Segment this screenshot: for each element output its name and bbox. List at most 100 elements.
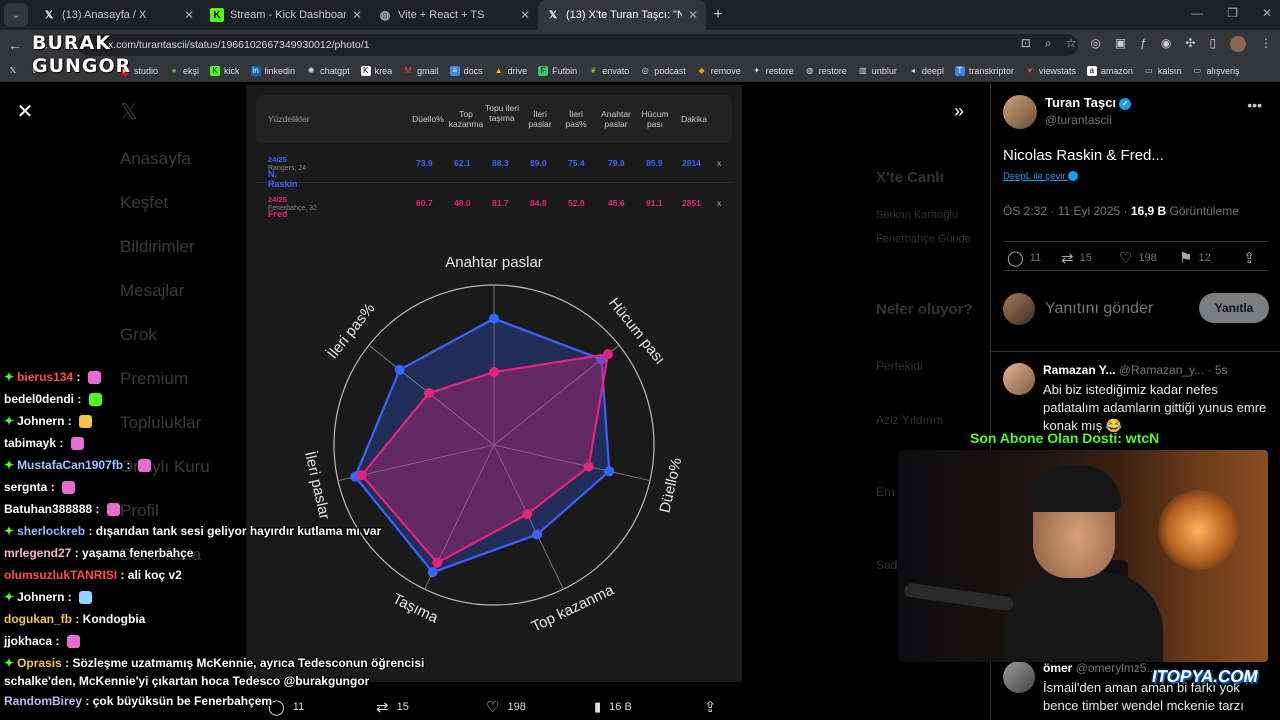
author-name: Turan Taşcı <box>1045 95 1117 110</box>
bookmark[interactable]: Mgmail <box>403 66 439 76</box>
close-tab-icon[interactable]: ✕ <box>352 8 362 22</box>
chat-username[interactable]: dogukan_fb <box>4 612 72 626</box>
reply-button[interactable]: ◯ 11 <box>1007 249 1041 267</box>
bookmark-label: viewstats <box>1038 65 1076 76</box>
reply-item[interactable]: Ramazan Y... @Ramazan_y... · 5s Abi biz … <box>1003 363 1269 433</box>
close-tab-icon[interactable]: ✕ <box>688 8 698 22</box>
chat-username[interactable]: bedel0dendi <box>4 392 74 406</box>
bookmark[interactable]: ❦ envato <box>588 66 629 76</box>
reply-submit-button[interactable]: Yanıtla <box>1199 293 1269 323</box>
chat-username[interactable]: MustafaCan1907fb <box>17 458 123 472</box>
bookmark[interactable]: ≡ docs <box>449 65 483 76</box>
share-button[interactable]: ⇪ <box>1243 249 1256 267</box>
retweet-button[interactable]: ⇄ 15 <box>1061 249 1092 267</box>
avatar[interactable] <box>1003 95 1037 129</box>
bookmark[interactable]: a amazon <box>1086 65 1133 76</box>
extension-icon[interactable]: ▣ <box>1115 36 1126 52</box>
reply-input[interactable]: Yanıtını gönder <box>1045 300 1153 318</box>
bookmark-button[interactable]: ⚑ 12 <box>1179 249 1211 267</box>
bookmark[interactable]: ▥ unblur <box>858 66 897 76</box>
chat-username[interactable]: Johnern <box>17 590 64 604</box>
share-icon: ⇪ <box>1243 250 1256 267</box>
tab-title: (13) Anasayfa / X <box>62 9 147 21</box>
bookmark[interactable]: Kkrea <box>360 65 393 76</box>
chat-username[interactable]: Batuhan388888 <box>4 502 92 516</box>
sidebar-icon[interactable]: ▯ <box>1209 36 1216 52</box>
profile-avatar[interactable] <box>1230 36 1246 52</box>
address-bar[interactable]: x.com/turantascii/status/196610266734993… <box>78 34 1078 56</box>
puzzle-icon[interactable]: ✣ <box>1185 36 1195 52</box>
chat-username[interactable]: bierus134 <box>17 370 73 384</box>
logo-line-1: BURAK <box>32 32 111 54</box>
close-tab-icon[interactable]: ✕ <box>184 8 194 22</box>
star-icon[interactable]: ☆ <box>1066 36 1077 52</box>
new-tab-icon[interactable]: + <box>706 6 730 24</box>
bookmark[interactable]: ● ekşi <box>169 66 199 76</box>
emote-icon <box>79 591 93 605</box>
chat-username[interactable]: jjokhaca <box>4 634 52 648</box>
translate-link[interactable]: DeepL ile çevir <box>1003 171 1079 182</box>
chat-text: schalke'den, McKennie'yi çıkartan hoca T… <box>4 674 370 688</box>
chat-username[interactable]: tabimayk <box>4 436 56 450</box>
emote-icon <box>70 437 84 451</box>
close-tab-icon[interactable]: ✕ <box>520 8 530 22</box>
like-button[interactable]: ♡ 198 <box>486 698 526 716</box>
maximize-icon[interactable]: ❐ <box>1227 6 1238 20</box>
bookmark[interactable]: ✺ chatgpt <box>306 66 350 76</box>
futbin-icon: F <box>538 65 549 76</box>
bookmark[interactable]: ✦ restore <box>752 66 793 76</box>
like-count: 198 <box>1138 252 1157 264</box>
avatar[interactable] <box>1003 661 1035 693</box>
chat-username[interactable]: RandomBirey <box>4 694 82 708</box>
chat-separator: : <box>64 414 76 428</box>
bookmark[interactable]: ♥ viewstats <box>1025 66 1076 76</box>
menu-icon[interactable]: ⋮ <box>1260 36 1272 52</box>
avatar[interactable] <box>1003 363 1035 395</box>
table-cell: 48.0 <box>454 198 471 208</box>
chat-username[interactable]: Oprasis <box>17 656 62 670</box>
bookmark[interactable]: Kkick <box>210 65 240 76</box>
tab-search-chevron-icon[interactable]: ⌄ <box>4 3 28 27</box>
bookmark[interactable]: ▲ drive <box>494 66 527 76</box>
back-icon[interactable]: ← <box>6 37 24 53</box>
bookmark-folder[interactable]: ▭ kalsın <box>1144 66 1181 76</box>
bookmark[interactable]: ◆ remove <box>697 66 741 76</box>
tweet-author[interactable]: Turan Taşcı ✓ @turantascii <box>1003 95 1132 129</box>
radar-axis-label: Düello% <box>656 456 685 514</box>
chat-username[interactable]: sergnta <box>4 480 47 494</box>
expand-sidebar-icon[interactable]: » <box>954 101 964 122</box>
tab-3[interactable]: ◍ Vite + React + TS ✕ <box>370 0 538 30</box>
bookmark-folder[interactable]: ▭ alışveriş <box>1192 66 1240 76</box>
bookmark-x[interactable]: 𝕏 <box>8 66 18 76</box>
chat-username[interactable]: Johnern <box>17 414 64 428</box>
minimize-icon[interactable]: — <box>1191 6 1203 20</box>
tab-4-active[interactable]: 𝕏 (13) X'te Turan Taşcı: "Nicolas R ✕ <box>538 0 706 30</box>
chat-username[interactable]: mrlegend27 <box>4 546 71 560</box>
close-window-icon[interactable]: ✕ <box>1262 6 1272 20</box>
bookmark[interactable]: ◎ podcast <box>640 66 686 76</box>
background-text: Sad <box>876 558 898 572</box>
extension-icon[interactable]: ◎ <box>1090 36 1100 52</box>
table-cell: 79.0 <box>608 158 625 168</box>
extension-icon[interactable]: ƒ <box>1140 36 1147 52</box>
tab-2[interactable]: K Stream - Kick Dashboard ✕ <box>202 0 370 30</box>
tab-1[interactable]: 𝕏 (13) Anasayfa / X ✕ <box>34 0 202 30</box>
chat-username[interactable]: sherlockreb <box>17 524 85 538</box>
more-options-icon[interactable]: ••• <box>1247 97 1262 113</box>
bookmark[interactable]: ◂ deepl <box>908 66 944 76</box>
share-button[interactable]: ⇪ <box>704 698 717 716</box>
chat-username[interactable]: olumsuzlukTANRISI <box>4 568 117 582</box>
bookmark[interactable]: in linkedin <box>250 65 295 76</box>
like-button[interactable]: ♡ 198 <box>1119 249 1157 267</box>
install-icon[interactable]: ⊡ <box>1021 36 1031 52</box>
close-icon[interactable]: ✕ <box>14 101 36 123</box>
bookmark[interactable]: F Futbin <box>538 65 577 76</box>
views-button[interactable]: ▮ 16 B <box>594 699 632 715</box>
bookmark[interactable]: Ttranskriptor <box>954 65 1014 76</box>
bookmark-label: krea <box>374 65 393 76</box>
bookmark[interactable]: ◍ restore <box>805 66 847 76</box>
radar-axis-label: Top kazanma <box>529 581 617 635</box>
zoom-icon[interactable]: ⌕ <box>1045 36 1052 52</box>
chat-message: ✦ Johnern : <box>4 590 93 605</box>
camera-icon[interactable]: ◉ <box>1161 36 1171 52</box>
